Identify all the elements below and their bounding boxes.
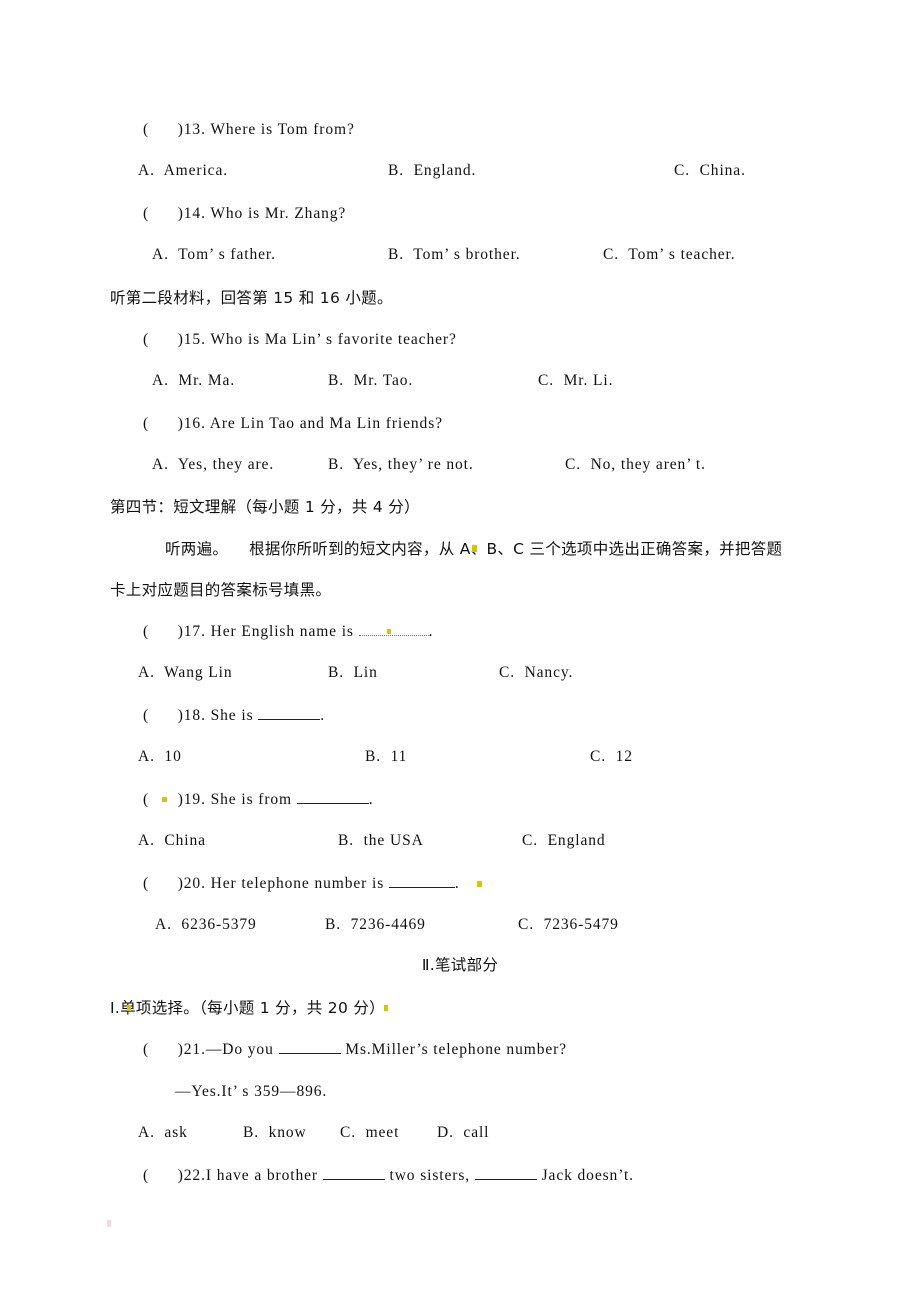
question-15-stem: Who is Ma Lin’ s favorite teacher? <box>210 331 457 348</box>
question-20-stem-after: . <box>454 875 460 892</box>
question-20-number: 20. <box>183 875 206 892</box>
question-16-stem: Are Lin Tao and Ma Lin friends? <box>209 415 443 432</box>
question-18-option-c[interactable]: C. 12 <box>590 748 633 766</box>
question-21-option-d[interactable]: D. call <box>437 1124 489 1142</box>
highlight-speck-section-1-b <box>384 1005 388 1011</box>
scan-artifact-speck <box>107 1220 111 1227</box>
question-22-stem-part-3: Jack doesn’t. <box>536 1167 634 1184</box>
question-14-option-c[interactable]: C. Tom’ s teacher. <box>603 246 736 264</box>
highlight-speck-q17 <box>387 629 391 634</box>
question-20-answer-blank[interactable] <box>388 887 455 888</box>
question-21-number: 21. <box>183 1041 206 1058</box>
question-21-stem-before: —Do you <box>205 1041 279 1058</box>
question-17-option-a[interactable]: A. Wang Lin <box>138 664 233 682</box>
question-15-checkbox-paren[interactable]: ( ) <box>143 331 184 348</box>
question-18-answer-blank[interactable] <box>258 719 321 720</box>
question-21-checkbox-paren[interactable]: ( ) <box>143 1041 184 1058</box>
question-21-option-c[interactable]: C. meet <box>340 1124 399 1142</box>
question-20-line: ( )20. Her telephone number is . <box>143 874 460 894</box>
question-15-number: 15. <box>183 331 206 348</box>
question-22-stem-part-1: I have a brother <box>205 1167 323 1184</box>
question-16-number: 16. <box>183 415 206 432</box>
question-22-answer-blank-1[interactable] <box>322 1179 385 1180</box>
highlight-speck-q19 <box>162 797 167 802</box>
question-19-stem-before: She is from <box>210 791 297 808</box>
question-21-option-a[interactable]: A. ask <box>138 1124 188 1142</box>
question-21-line: ( )21.—Do you Ms.Miller’s telephone numb… <box>143 1040 567 1060</box>
question-21-option-b[interactable]: B. know <box>243 1124 307 1142</box>
section-four-heading: 第四节：短文理解（每小题 1 分，共 4 分） <box>110 498 420 516</box>
question-22-number: 22. <box>183 1167 206 1184</box>
question-17-stem-after: . <box>428 623 434 640</box>
question-14-option-a[interactable]: A. Tom’ s father. <box>152 246 276 264</box>
question-22-answer-blank-2[interactable] <box>474 1179 537 1180</box>
question-13-option-c[interactable]: C. China. <box>674 162 746 180</box>
question-17-option-b[interactable]: B. Lin <box>328 664 378 682</box>
written-part-title: Ⅱ.笔试部分 <box>421 956 499 974</box>
question-15-option-c[interactable]: C. Mr. Li. <box>538 372 613 390</box>
highlight-speck-instruction <box>472 545 477 552</box>
question-13-option-a[interactable]: A. America. <box>138 162 228 180</box>
question-18-checkbox-paren[interactable]: ( ) <box>143 707 184 724</box>
question-19-option-c[interactable]: C. England <box>522 832 606 850</box>
question-15-option-a[interactable]: A. Mr. Ma. <box>152 372 235 390</box>
question-18-number: 18. <box>183 707 206 724</box>
section-four-instruction-line-2: 卡上对应题目的答案标号填黑。 <box>110 581 332 599</box>
question-18-option-b[interactable]: B. 11 <box>365 748 407 766</box>
question-17-option-c[interactable]: C. Nancy. <box>499 664 573 682</box>
question-21-answer-blank[interactable] <box>278 1053 341 1054</box>
highlight-speck-q20 <box>477 881 482 887</box>
question-14-line: ( )14. Who is Mr. Zhang? <box>143 204 346 224</box>
question-15-line: ( )15. Who is Ma Lin’ s favorite teacher… <box>143 330 457 350</box>
question-13-checkbox-paren[interactable]: ( ) <box>143 121 184 138</box>
material-2-instruction: 听第二段材料，回答第 15 和 16 小题。 <box>110 289 393 307</box>
exam-page: ( )13. Where is Tom from? A. America. B.… <box>0 0 920 1302</box>
question-13-line: ( )13. Where is Tom from? <box>143 120 355 140</box>
question-14-number: 14. <box>183 205 206 222</box>
question-21-answer-line: —Yes.It’ s 359—896. <box>175 1083 328 1100</box>
question-19-option-a[interactable]: A. China <box>138 832 206 850</box>
question-19-option-b[interactable]: B. the USA <box>338 832 424 850</box>
question-20-option-c[interactable]: C. 7236-5479 <box>518 916 619 934</box>
question-13-option-b[interactable]: B. England. <box>388 162 476 180</box>
question-20-stem-before: Her telephone number is <box>210 875 389 892</box>
written-section-1-heading: I.单项选择。（每小题 1 分，共 20 分） <box>110 999 385 1017</box>
question-16-option-c[interactable]: C. No, they aren’ t. <box>565 456 706 474</box>
question-20-option-a[interactable]: A. 6236-5379 <box>155 916 257 934</box>
question-14-option-b[interactable]: B. Tom’ s brother. <box>388 246 521 264</box>
question-18-line: ( )18. She is . <box>143 706 325 726</box>
question-19-line: ( )19. She is from . <box>143 790 374 810</box>
question-18-stem-after: . <box>320 707 326 724</box>
question-20-checkbox-paren[interactable]: ( ) <box>143 875 184 892</box>
question-13-stem: Where is Tom from? <box>210 121 355 138</box>
question-17-stem-before: Her English name is <box>210 623 359 640</box>
question-19-number: 19. <box>183 791 206 808</box>
question-21-stem-after: Ms.Miller’s telephone number? <box>340 1041 567 1058</box>
question-22-line: ( )22.I have a brother two sisters, Jack… <box>143 1166 634 1186</box>
question-16-line: ( )16. Are Lin Tao and Ma Lin friends? <box>143 414 443 434</box>
question-17-number: 17. <box>183 623 206 640</box>
question-20-option-b[interactable]: B. 7236-4469 <box>325 916 426 934</box>
question-19-stem-after: . <box>368 791 374 808</box>
question-22-stem-part-2: two sisters, <box>384 1167 475 1184</box>
question-15-option-b[interactable]: B. Mr. Tao. <box>328 372 413 390</box>
question-22-checkbox-paren[interactable]: ( ) <box>143 1167 184 1184</box>
question-16-option-a[interactable]: A. Yes, they are. <box>152 456 274 474</box>
question-17-answer-blank[interactable] <box>358 635 429 636</box>
question-14-checkbox-paren[interactable]: ( ) <box>143 205 184 222</box>
question-18-stem-before: She is <box>210 707 259 724</box>
question-16-option-b[interactable]: B. Yes, they’ re not. <box>328 456 474 474</box>
question-14-stem: Who is Mr. Zhang? <box>210 205 347 222</box>
question-13-number: 13. <box>183 121 206 138</box>
highlight-speck-section-1-a <box>127 1005 131 1011</box>
question-19-answer-blank[interactable] <box>296 803 369 804</box>
question-16-checkbox-paren[interactable]: ( ) <box>143 415 184 432</box>
question-17-checkbox-paren[interactable]: ( ) <box>143 623 184 640</box>
question-18-option-a[interactable]: A. 10 <box>138 748 182 766</box>
